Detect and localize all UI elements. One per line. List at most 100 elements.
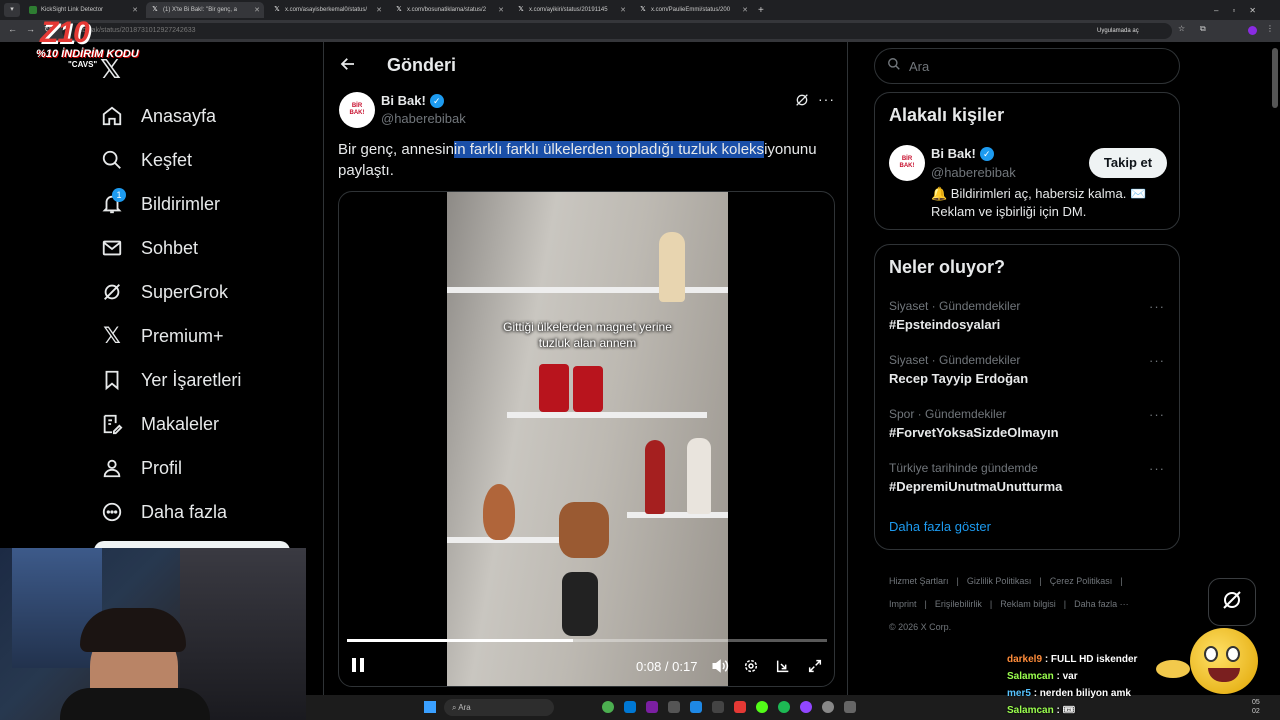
x-favicon-icon: 𝕏 <box>152 6 158 13</box>
volume-icon[interactable] <box>711 658 729 679</box>
footer-link[interactable]: Gizlilik Politikası <box>967 576 1032 586</box>
follow-button[interactable]: Takip et <box>1089 148 1167 178</box>
tab-close-icon[interactable]: ✕ <box>132 6 138 14</box>
app-icon[interactable] <box>800 701 812 713</box>
windows-start-icon[interactable] <box>424 701 436 713</box>
footer-link[interactable]: Daha fazla ··· <box>1074 599 1129 609</box>
app-icon[interactable] <box>668 701 680 713</box>
chat-message: Salamcan : var <box>1007 671 1078 682</box>
grok-float-button[interactable] <box>1208 578 1256 626</box>
x-logo-icon: 𝕏 <box>103 323 121 348</box>
app-icon[interactable] <box>690 701 702 713</box>
nav-item-bookmarks[interactable]: Yer İşaretleri <box>100 365 241 395</box>
nav-item-more[interactable]: Daha fazla <box>100 497 227 527</box>
pause-icon[interactable] <box>351 657 365 678</box>
app-icon[interactable] <box>646 701 658 713</box>
app-icon[interactable] <box>822 701 834 713</box>
nav-item-home[interactable]: Anasayfa <box>100 101 216 131</box>
open-in-app-label: Uygulamada aç <box>1097 28 1139 34</box>
trend-item[interactable]: Siyaset · Gündemdekiler Recep Tayyip Erd… <box>889 353 1179 393</box>
nav-item-profile[interactable]: Profil <box>100 453 182 483</box>
browser-tab-6[interactable]: 𝕏x.com/PaulieEmmi/status/200 ✕ <box>634 2 752 18</box>
tab-close-icon[interactable]: ✕ <box>498 6 504 14</box>
emoji-sticker <box>1190 628 1258 694</box>
grok-icon[interactable] <box>794 92 810 113</box>
footer-link[interactable]: Erişilebilirlik <box>935 599 982 609</box>
open-in-app-button[interactable]: Uygulamada aç <box>1092 25 1144 37</box>
new-tab-plus-icon[interactable]: + <box>758 5 764 16</box>
footer-link[interactable]: Hizmet Şartları <box>889 576 949 586</box>
browser-tab-5[interactable]: 𝕏x.com/ayikiri/status/20191145 ✕ <box>512 2 630 18</box>
back-arrow-icon[interactable] <box>339 55 357 79</box>
footer-link[interactable]: Çerez Politikası <box>1050 576 1113 586</box>
app-icon[interactable] <box>844 701 856 713</box>
grok-icon <box>100 280 124 304</box>
trend-item[interactable]: Türkiye tarihinde gündemde #DepremiUnutm… <box>889 461 1179 501</box>
footer-link[interactable]: Reklam bilgisi <box>1000 599 1056 609</box>
nav-label: Keşfet <box>141 149 193 170</box>
taskbar-search-placeholder: Ara <box>458 703 471 712</box>
nav-item-explore[interactable]: Keşfet <box>100 145 192 175</box>
url-field[interactable]: rebibak/status/2018731012927242633 <box>62 23 1172 39</box>
tab-close-icon[interactable]: ✕ <box>620 6 626 14</box>
page-scrollbar[interactable] <box>1272 48 1278 108</box>
app-icon[interactable] <box>624 701 636 713</box>
tab-close-icon[interactable]: ✕ <box>376 6 382 14</box>
author-handle[interactable]: @haberebibak <box>381 111 466 126</box>
trend-item[interactable]: Spor · Gündemdekiler #ForvetYoksaSizdeOl… <box>889 407 1179 447</box>
show-more-link[interactable]: Daha fazla göster <box>889 519 991 534</box>
more-options-icon[interactable]: ··· <box>1149 461 1165 476</box>
author-name-row[interactable]: Bi Bak! ✓ <box>381 93 444 108</box>
more-options-icon[interactable]: ··· <box>818 91 835 107</box>
search-bar[interactable]: Ara <box>874 48 1180 84</box>
more-options-icon[interactable]: ··· <box>1149 407 1165 422</box>
chat-text: : FULL HD iskender <box>1044 654 1138 665</box>
nav-item-notifications[interactable]: 1 Bildirimler <box>100 188 220 219</box>
salt-shaker-shoes <box>559 502 609 558</box>
back-arrow-icon[interactable]: ← <box>8 24 17 34</box>
picture-in-picture-icon[interactable] <box>775 658 791 679</box>
star-icon[interactable]: ☆ <box>1178 24 1185 33</box>
taskbar-search[interactable]: ⌕ Ara <box>444 699 554 716</box>
window-controls[interactable]: –▫✕ <box>1214 6 1270 15</box>
related-people-panel: Alakalı kişiler BİR BAK! Bi Bak! ✓ @habe… <box>874 92 1180 230</box>
related-name-row[interactable]: Bi Bak! ✓ <box>931 146 994 161</box>
nav-item-chat[interactable]: Sohbet <box>100 233 198 263</box>
tab-search-button[interactable]: ▾ <box>4 3 20 17</box>
nav-item-premium[interactable]: 𝕏 Premium+ <box>100 321 223 351</box>
nav-label: Daha fazla <box>141 501 228 522</box>
trend-item[interactable]: Siyaset · Gündemdekiler #Epsteindosyalar… <box>889 299 1179 339</box>
nav-item-articles[interactable]: Makaleler <box>100 409 219 439</box>
chrome-icon[interactable] <box>602 701 614 713</box>
more-options-icon[interactable]: ··· <box>1149 353 1165 368</box>
x-logo-icon[interactable]: 𝕏 <box>100 54 121 85</box>
extensions-icon[interactable]: ⧉ <box>1200 24 1206 34</box>
footer-link[interactable]: Imprint <box>889 599 917 609</box>
browser-tab-4[interactable]: 𝕏x.com/bosunatiklama/status/2 ✕ <box>390 2 508 18</box>
forward-arrow-icon[interactable]: → <box>26 24 35 34</box>
profile-avatar-icon[interactable] <box>1248 26 1257 35</box>
nav-item-supergrok[interactable]: SuperGrok <box>100 277 228 307</box>
tab-close-icon[interactable]: ✕ <box>742 6 748 14</box>
streamer-shirt <box>60 688 210 720</box>
tab-close-icon[interactable]: ✕ <box>254 6 260 14</box>
video-progress-track[interactable] <box>347 639 827 642</box>
app-icon[interactable] <box>712 701 724 713</box>
video-player[interactable]: Gittiği ülkelerden magnet yerine tuzluk … <box>338 191 835 687</box>
author-avatar[interactable]: BİR BAK! <box>339 92 375 128</box>
settings-gear-icon[interactable] <box>743 658 759 679</box>
more-options-icon[interactable]: ··· <box>1149 299 1165 314</box>
clock-date: 02 <box>1252 708 1260 715</box>
browser-tab-2[interactable]: 𝕏 (1) X'te Bi Bak!: "Bir genç, a ✕ <box>146 2 264 18</box>
menu-kebab-icon[interactable]: ⋮ <box>1266 24 1274 33</box>
chat-message: darkel9 : FULL HD iskender <box>1007 654 1137 665</box>
related-handle[interactable]: @haberebibak <box>931 165 1016 180</box>
kick-icon[interactable] <box>756 701 768 713</box>
browser-tab-3[interactable]: 𝕏x.com/asayisberkemal0/status/ ✕ <box>268 2 386 18</box>
related-avatar[interactable]: BİR BAK! <box>889 145 925 181</box>
clock[interactable]: 05 02 <box>1252 698 1260 716</box>
fullscreen-icon[interactable] <box>807 658 823 679</box>
spotify-icon[interactable] <box>778 701 790 713</box>
bell-icon: 1 <box>100 188 126 216</box>
app-icon[interactable] <box>734 701 746 713</box>
